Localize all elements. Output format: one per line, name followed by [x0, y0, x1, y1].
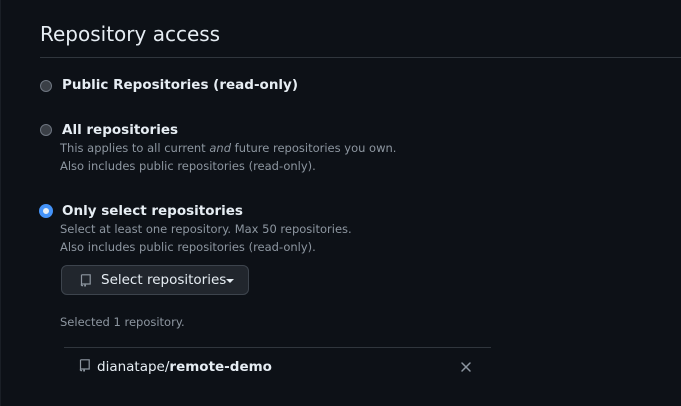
radio-public-repositories[interactable] — [40, 80, 52, 92]
option-note: This applies to all current and future r… — [60, 141, 397, 155]
radio-only-select-repositories[interactable] — [40, 205, 52, 217]
repo-icon — [79, 359, 90, 372]
repository-slug: remote-demo — [169, 359, 272, 375]
radio-all-repositories[interactable] — [40, 124, 52, 136]
panel-edge — [0, 0, 1, 406]
caret-down-icon — [226, 279, 234, 283]
repository-name: dianatape/remote-demo — [97, 358, 272, 376]
list-item: dianatape/remote-demo — [64, 348, 491, 388]
selected-repositories-list: dianatape/remote-demo — [64, 347, 491, 388]
option-note: Also includes public repositories (read-… — [60, 240, 316, 254]
selected-count-text: Selected 1 repository. — [60, 315, 185, 329]
option-note: Also includes public repositories (read-… — [60, 159, 316, 173]
repo-icon — [80, 274, 91, 287]
select-repositories-button[interactable]: Select repositories — [61, 265, 249, 295]
option-label[interactable]: Public Repositories (read-only) — [62, 76, 298, 94]
close-icon[interactable] — [459, 360, 473, 374]
option-label[interactable]: All repositories — [62, 121, 178, 139]
section-divider — [40, 57, 681, 58]
select-repositories-label: Select repositories — [101, 272, 227, 288]
repository-owner: dianatape/ — [97, 359, 170, 375]
option-note: Select at least one repository. Max 50 r… — [60, 222, 352, 236]
option-label[interactable]: Only select repositories — [62, 202, 243, 220]
section-title: Repository access — [40, 22, 221, 46]
